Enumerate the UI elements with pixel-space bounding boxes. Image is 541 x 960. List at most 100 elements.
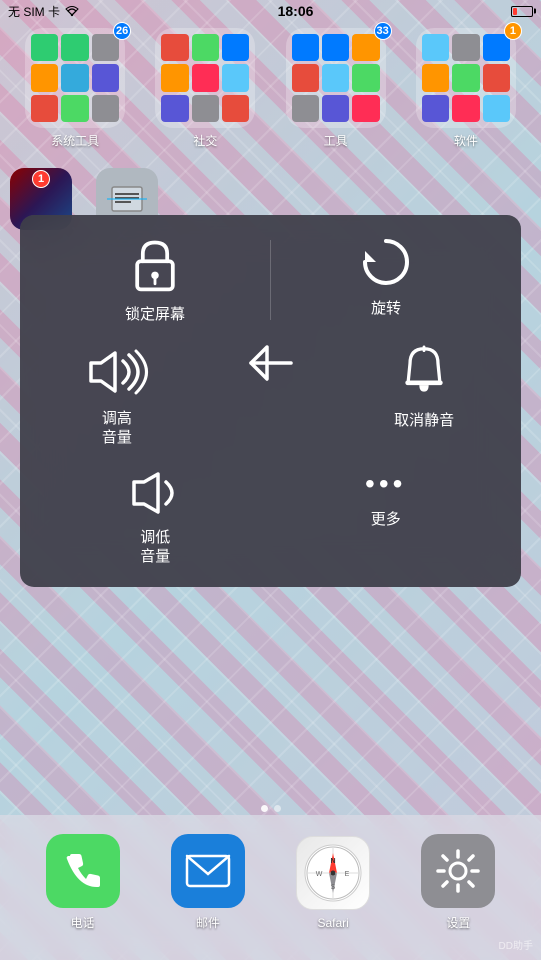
folder-system-tools[interactable]: 26 系统工具 — [17, 28, 133, 149]
svg-text:E: E — [345, 871, 350, 878]
dock-icon-phone[interactable] — [46, 834, 120, 908]
status-time: 18:06 — [278, 3, 314, 19]
app-mini — [161, 95, 188, 122]
folder-label-system-tools: 系统工具 — [51, 132, 99, 149]
app-mini — [61, 64, 88, 91]
dock-label-phone: 电话 — [71, 914, 95, 931]
folder-social[interactable]: 社交 — [147, 28, 263, 149]
app-mini — [352, 34, 379, 61]
popup-volume-up-label: 调高 音量 — [102, 409, 132, 448]
folder-label-tools: 工具 — [324, 132, 348, 149]
phone-icon — [62, 850, 104, 892]
dock: 电话 邮件 N S — [0, 815, 541, 960]
folder-box-tools[interactable]: 33 — [286, 28, 386, 128]
folder-box-software[interactable]: 1 — [416, 28, 516, 128]
folder-badge-software: 1 — [504, 22, 522, 40]
app-mini — [422, 64, 449, 91]
app-mini — [31, 34, 58, 61]
app-mini — [92, 34, 119, 61]
safari-icon: N S E W — [303, 843, 363, 903]
svg-text:N: N — [331, 858, 336, 865]
app-mini — [61, 34, 88, 61]
app-mini — [192, 95, 219, 122]
bell-icon — [399, 345, 449, 401]
app-mini — [352, 64, 379, 91]
popup-bell-label: 取消静音 — [394, 411, 454, 431]
folder-box-system-tools[interactable]: 26 — [25, 28, 125, 128]
status-left: 无 SIM 卡 — [8, 3, 80, 20]
dock-icon-settings[interactable] — [421, 834, 495, 908]
folder-box-social[interactable] — [155, 28, 255, 128]
dock-item-mail[interactable]: 邮件 — [171, 834, 245, 931]
app-mini — [322, 34, 349, 61]
app-mini — [352, 95, 379, 122]
popup-row-3: 调低 音量 ••• 更多 — [40, 468, 501, 567]
popup-row-1: 锁定屏幕 旋转 — [40, 235, 501, 325]
back-arrow-icon — [249, 345, 293, 381]
lock-icon — [128, 235, 182, 295]
folder-software[interactable]: 1 软件 — [408, 28, 524, 149]
settings-icon — [436, 849, 480, 893]
app-mini — [192, 64, 219, 91]
popup-item-volume-down[interactable]: 调低 音量 — [40, 468, 271, 567]
dock-icon-safari[interactable]: N S E W — [296, 836, 370, 910]
more-dots-icon: ••• — [365, 468, 406, 500]
rotate-icon — [359, 235, 413, 289]
battery-icon — [511, 6, 533, 17]
popup-lock-label: 锁定屏幕 — [125, 305, 185, 325]
popup-row-2: 调高 音量 取消静音 — [40, 345, 501, 448]
app-mini — [483, 95, 510, 122]
mail-icon — [185, 854, 231, 888]
popup-volume-down-label: 调低 音量 — [140, 528, 170, 567]
status-bar: 无 SIM 卡 18:06 — [0, 0, 541, 22]
folder-badge-tools: 33 — [374, 22, 392, 40]
folder-label-software: 软件 — [454, 132, 478, 149]
app-mini — [192, 34, 219, 61]
scanner-graphic — [107, 179, 147, 219]
popup-item-more[interactable]: ••• 更多 — [271, 468, 502, 530]
popup-more-label: 更多 — [371, 510, 401, 530]
app-mini — [31, 95, 58, 122]
folder-tools[interactable]: 33 工具 — [278, 28, 394, 149]
popup-item-back-arrow[interactable] — [194, 345, 348, 381]
popup-item-volume-up[interactable]: 调高 音量 — [40, 345, 194, 448]
app-mini — [222, 64, 249, 91]
popup-rotate-label: 旋转 — [371, 299, 401, 319]
popup-menu: 锁定屏幕 旋转 调高 音量 — [20, 215, 521, 587]
app-mini — [422, 34, 449, 61]
svg-text:S: S — [331, 884, 336, 891]
app-mini — [452, 64, 479, 91]
app-mini — [92, 64, 119, 91]
app-mini — [452, 95, 479, 122]
battery-fill — [513, 8, 517, 15]
svg-text:W: W — [316, 871, 323, 878]
page-dot-2 — [274, 805, 281, 812]
folder-badge-system-tools: 26 — [113, 22, 131, 40]
folders-area: 26 系统工具 社交 33 — [0, 28, 541, 149]
status-right — [511, 6, 533, 17]
app-mini — [292, 64, 319, 91]
page-dot-1 — [261, 805, 268, 812]
page-dots — [0, 805, 541, 812]
app-mini — [31, 64, 58, 91]
app-mini — [422, 95, 449, 122]
popup-item-bell[interactable]: 取消静音 — [347, 345, 501, 431]
app-mini — [161, 64, 188, 91]
wifi-icon — [64, 5, 80, 17]
app-mini — [322, 95, 349, 122]
dock-item-phone[interactable]: 电话 — [46, 834, 120, 931]
popup-item-rotate[interactable]: 旋转 — [271, 235, 501, 319]
app-mini — [222, 95, 249, 122]
app-mini — [452, 34, 479, 61]
popup-item-lock[interactable]: 锁定屏幕 — [40, 235, 270, 325]
volume-up-icon — [85, 345, 149, 399]
dock-item-safari[interactable]: N S E W Safari — [296, 836, 370, 930]
carrier-label: 无 SIM 卡 — [8, 3, 60, 20]
dock-item-settings[interactable]: 设置 — [421, 834, 495, 931]
dock-label-safari: Safari — [317, 916, 348, 930]
volume-down-icon — [128, 468, 182, 518]
watermark: DD助手 — [499, 937, 533, 952]
dock-icon-mail[interactable] — [171, 834, 245, 908]
app-mini — [483, 34, 510, 61]
folder-label-social: 社交 — [193, 132, 217, 149]
